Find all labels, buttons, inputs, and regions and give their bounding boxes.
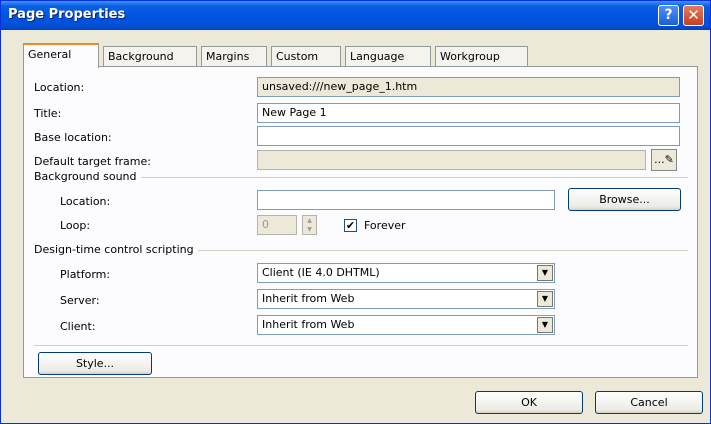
title-label: Title: [34,107,62,120]
spin-down-icon: ▼ [307,226,312,233]
sound-location-label: Location: [60,195,111,208]
title-bar[interactable]: Page Properties ? ✕ [1,1,710,30]
design-time-group-label: Design-time control scripting [34,243,198,256]
client-value: Inherit from Web [262,318,355,331]
platform-label: Platform: [60,268,111,281]
tab-custom[interactable]: Custom [271,46,341,67]
loop-label: Loop: [60,219,91,232]
chevron-down-icon[interactable]: ▼ [537,291,553,307]
default-target-frame-label: Default target frame: [34,155,151,168]
ok-button[interactable]: OK [475,391,583,414]
pencil-icon[interactable]: ...✎ [651,149,677,171]
chevron-down-icon[interactable]: ▼ [537,265,553,281]
style-separator [34,345,688,346]
loop-field: 0 [257,215,297,235]
server-label: Server: [60,294,100,307]
general-tab-panel: Location: unsaved:///new_page_1.htm Titl… [23,66,698,378]
forever-label[interactable]: Forever [364,219,406,232]
default-target-frame-field [257,150,646,170]
location-label: Location: [34,81,85,94]
server-select[interactable]: Inherit from Web ▼ [257,289,555,309]
location-field: unsaved:///new_page_1.htm [257,77,680,97]
tab-margins[interactable]: Margins [201,46,267,67]
background-sound-group-label: Background sound [34,170,141,183]
page-properties-dialog: Page Properties ? ✕ General Background M… [0,0,711,424]
loop-spinner: ▲ ▼ [302,215,317,235]
tab-language[interactable]: Language [345,46,431,67]
title-field[interactable]: New Page 1 [257,103,680,123]
platform-select[interactable]: Client (IE 4.0 DHTML) ▼ [257,263,555,283]
base-location-label: Base location: [34,131,112,144]
chevron-down-icon[interactable]: ▼ [537,317,553,333]
browse-button[interactable]: Browse... [568,188,681,211]
spin-up-icon: ▲ [307,217,312,224]
dialog-title: Page Properties [8,7,126,22]
tab-general[interactable]: General [23,43,99,68]
tab-workgroup[interactable]: Workgroup [435,46,528,67]
client-label: Client: [60,320,96,333]
cancel-button[interactable]: Cancel [595,391,703,414]
check-icon[interactable]: ✔ [344,219,357,232]
tab-background[interactable]: Background [103,46,197,67]
client-select[interactable]: Inherit from Web ▼ [257,315,555,335]
base-location-field[interactable] [257,126,680,146]
server-value: Inherit from Web [262,292,355,305]
platform-value: Client (IE 4.0 DHTML) [262,266,380,279]
close-icon[interactable]: ✕ [683,5,704,26]
help-icon[interactable]: ? [658,5,679,26]
style-button[interactable]: Style... [38,352,152,375]
sound-location-field[interactable] [257,190,555,210]
